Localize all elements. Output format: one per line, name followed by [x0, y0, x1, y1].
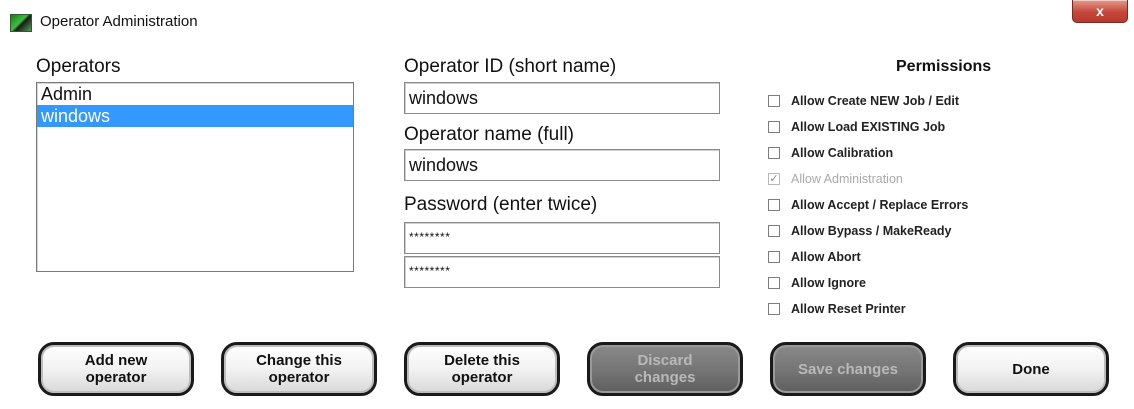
permission-reset-printer[interactable]: Allow Reset Printer	[768, 300, 906, 318]
permission-ignore[interactable]: Allow Ignore	[768, 274, 866, 292]
permissions-title: Permissions	[896, 58, 992, 75]
permission-create-job[interactable]: Allow Create NEW Job / Edit	[768, 92, 959, 110]
permission-label: Allow Abort	[791, 250, 861, 264]
delete-operator-button[interactable]: Delete this operator	[404, 342, 560, 396]
checkbox[interactable]	[768, 225, 780, 237]
password-confirm-field[interactable]: ********	[404, 256, 720, 288]
checkbox[interactable]	[768, 303, 780, 315]
operator-id-label: Operator ID (short name)	[404, 56, 617, 77]
checkbox[interactable]	[768, 251, 780, 263]
title-bar: Operator Administration x	[0, 0, 1134, 40]
operators-list[interactable]: Admin windows	[36, 82, 354, 272]
password-label: Password (enter twice)	[404, 194, 598, 215]
checkbox[interactable]	[768, 121, 780, 133]
permission-accept-replace-errors[interactable]: Allow Accept / Replace Errors	[768, 196, 968, 214]
permission-label: Allow Calibration	[791, 146, 894, 160]
delete-operator-button-label: Delete this operator	[444, 352, 520, 386]
save-changes-button: Save changes	[770, 342, 926, 396]
checkbox-checked-disabled: ✓	[768, 173, 780, 185]
discard-changes-button: Discard changes	[587, 342, 743, 396]
password-field[interactable]: ********	[404, 222, 720, 254]
operator-list-item[interactable]: Admin	[37, 83, 353, 105]
save-changes-button-label: Save changes	[797, 360, 899, 378]
discard-changes-button-label: Discard changes	[634, 352, 696, 386]
permission-bypass-makeready[interactable]: Allow Bypass / MakeReady	[768, 222, 951, 240]
permission-label: Allow Ignore	[791, 276, 866, 290]
permission-label: Allow Load EXISTING Job	[791, 120, 946, 134]
permission-label: Allow Accept / Replace Errors	[791, 198, 969, 212]
operator-name-label: Operator name (full)	[404, 124, 575, 145]
permission-label: Allow Create NEW Job / Edit	[791, 94, 960, 108]
checkbox[interactable]	[768, 95, 780, 107]
permission-administration: ✓ Allow Administration	[768, 170, 903, 188]
add-operator-button-label: Add new operator	[84, 352, 148, 386]
change-operator-button[interactable]: Change this operator	[221, 342, 377, 396]
change-operator-button-label: Change this operator	[256, 352, 342, 386]
done-button[interactable]: Done	[953, 342, 1109, 396]
operators-label: Operators	[36, 56, 121, 77]
close-button[interactable]: x	[1072, 0, 1128, 23]
permission-label: Allow Bypass / MakeReady	[791, 224, 952, 238]
permission-calibration[interactable]: Allow Calibration	[768, 144, 893, 162]
done-button-label: Done	[1012, 360, 1050, 378]
permission-load-job[interactable]: Allow Load EXISTING Job	[768, 118, 945, 136]
operator-name-field[interactable]: windows	[404, 149, 720, 181]
permission-label: Allow Administration	[791, 172, 903, 186]
permission-abort[interactable]: Allow Abort	[768, 248, 861, 266]
permission-label: Allow Reset Printer	[791, 302, 906, 316]
checkbox[interactable]	[768, 199, 780, 211]
operator-id-field[interactable]: windows	[404, 82, 720, 114]
checkbox[interactable]	[768, 147, 780, 159]
operator-administration-window: Operator Administration x Operators Admi…	[0, 0, 1134, 409]
checkbox[interactable]	[768, 277, 780, 289]
add-operator-button[interactable]: Add new operator	[38, 342, 194, 396]
window-title: Operator Administration	[40, 13, 198, 30]
app-icon	[10, 14, 32, 32]
operator-list-item-selected[interactable]: windows	[37, 105, 353, 127]
